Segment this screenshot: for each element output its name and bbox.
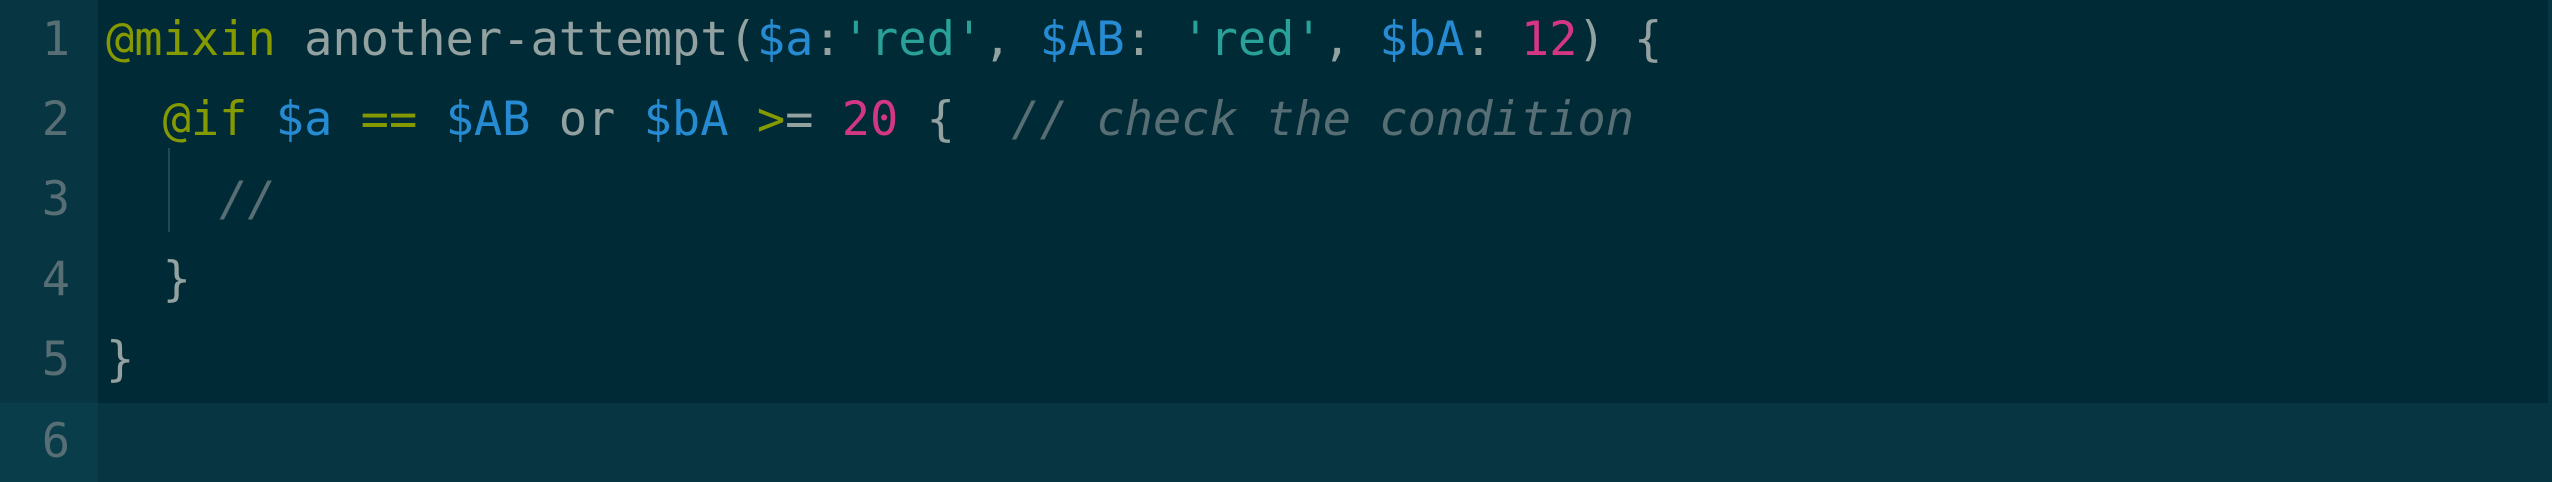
- code-token-txt: ,: [983, 12, 1040, 67]
- code-token-txt: ) {: [1577, 12, 1663, 67]
- code-token-cmt: //: [219, 172, 276, 227]
- code-token-num: 12: [1520, 12, 1578, 67]
- code-token-txt: or: [530, 92, 644, 147]
- code-token-var: $bA: [1379, 12, 1465, 67]
- code-token-txt: ,: [1322, 12, 1380, 67]
- code-token-var: $a: [756, 12, 814, 67]
- line-number-row: 3: [0, 160, 98, 240]
- line-number-row: 1: [0, 0, 98, 80]
- code-line-content: //: [106, 160, 276, 240]
- code-token-txt: :: [1124, 12, 1182, 67]
- code-line[interactable]: }: [98, 320, 2552, 400]
- code-token-txt: another-attempt(: [275, 12, 757, 67]
- code-token-txt: }: [106, 332, 135, 387]
- code-token-txt: }: [106, 252, 191, 307]
- code-line-content: @if $a == $AB or $bA >= 20 { // check th…: [106, 80, 1634, 160]
- code-token-kw: @if: [162, 92, 248, 147]
- line-number-row: 2: [0, 80, 98, 160]
- code-line-content: }: [106, 320, 134, 400]
- code-line[interactable]: @mixin another-attempt($a:'red', $AB: 'r…: [98, 0, 2552, 80]
- line-number: 3: [41, 172, 70, 227]
- code-token-txt: =: [785, 92, 842, 147]
- code-token-var: $bA: [643, 92, 729, 147]
- code-token-var: $a: [275, 92, 333, 147]
- code-line[interactable]: }: [98, 240, 2552, 320]
- code-token-txt: {: [898, 92, 1012, 147]
- line-number: 1: [41, 12, 70, 67]
- line-number: 4: [41, 252, 70, 307]
- code-token-kw: >: [756, 92, 786, 147]
- code-token-txt: :: [1464, 12, 1521, 67]
- code-line-content: @mixin another-attempt($a:'red', $AB: 'r…: [106, 0, 1662, 80]
- code-line[interactable]: [98, 402, 2552, 482]
- code-area[interactable]: @mixin another-attempt($a:'red', $AB: 'r…: [98, 0, 2552, 482]
- code-line-content: }: [106, 240, 191, 320]
- code-token-var: $AB: [445, 92, 531, 147]
- vertical-scrollbar[interactable]: [2548, 0, 2552, 482]
- line-number: 2: [41, 92, 70, 147]
- line-number: 5: [41, 332, 70, 387]
- code-token-var: $AB: [1039, 12, 1125, 67]
- line-number-row: 6: [0, 402, 98, 482]
- code-token-cmt: // check the condition: [1011, 92, 1635, 147]
- code-token-txt: :: [813, 12, 842, 67]
- code-token-str: 'red': [1181, 12, 1323, 67]
- code-token-kw: ==: [360, 92, 418, 147]
- code-token-num: 20: [841, 92, 899, 147]
- code-token-kw: @mixin: [106, 12, 276, 67]
- code-token-str: 'red': [841, 12, 984, 67]
- code-editor[interactable]: 1 2 3 4 5 6 @mixin another-attempt($a:'r…: [0, 0, 2552, 482]
- line-number-row: 5: [0, 320, 98, 400]
- code-line[interactable]: @if $a == $AB or $bA >= 20 { // check th…: [98, 80, 2552, 160]
- code-line[interactable]: //: [98, 160, 2552, 240]
- line-number: 6: [41, 414, 70, 469]
- line-number-row: 4: [0, 240, 98, 320]
